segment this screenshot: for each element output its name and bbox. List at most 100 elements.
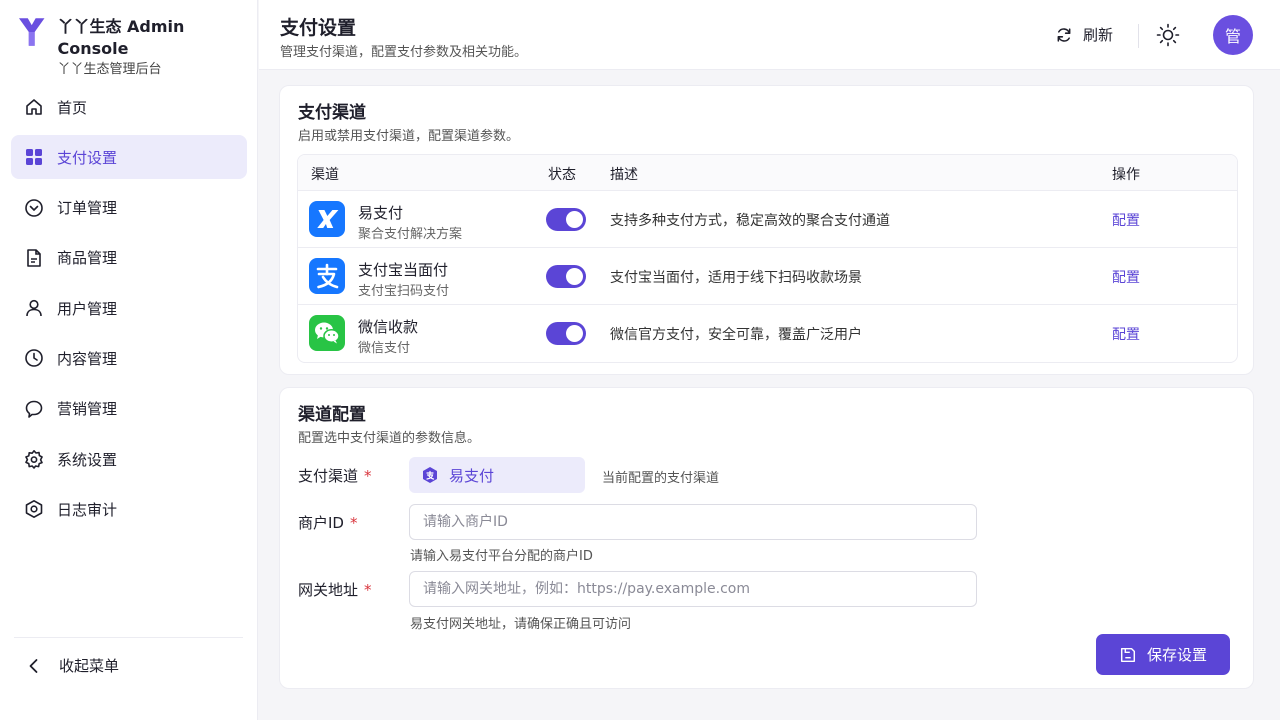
channel-subtitle: 支付宝扫码支付 <box>358 284 450 299</box>
channel-subtitle: 聚合支付解决方案 <box>358 227 463 242</box>
sidebar-nav: 首页 支付设置 订单管理 商品管理 用户管理 内容管理 营销管理 系统设置 日志… <box>11 85 247 538</box>
refresh-button[interactable]: 刷新 <box>1055 24 1113 45</box>
page-title: 支付设置 <box>280 17 357 39</box>
channel-name: 微信收款 <box>358 318 419 336</box>
sidebar-item-marketing[interactable]: 营销管理 <box>11 387 247 431</box>
home-icon <box>24 97 44 117</box>
page-header: 支付设置 管理支付渠道，配置支付参数及相关功能。 刷新 管 <box>259 0 1280 70</box>
configure-link[interactable]: 配置 <box>1112 324 1140 344</box>
channel-name: 支付宝当面付 <box>358 261 449 279</box>
sidebar-item-label: 内容管理 <box>57 349 118 368</box>
refresh-label: 刷新 <box>1083 26 1114 44</box>
header-divider <box>1138 24 1139 48</box>
selected-channel-chip[interactable]: 易支付 <box>409 457 585 493</box>
save-settings-button[interactable]: 保存设置 <box>1096 634 1230 675</box>
table-header: 渠道 状态 描述 操作 <box>298 155 1237 191</box>
alipay-logo-icon <box>309 258 345 294</box>
page-subtitle: 管理支付渠道，配置支付参数及相关功能。 <box>280 45 528 60</box>
payment-channels-card: 支付渠道 启用或禁用支付渠道，配置渠道参数。 渠道 状态 描述 操作 易支付 聚… <box>279 85 1254 375</box>
wechat-logo-icon <box>309 315 345 351</box>
sidebar-item-label: 商品管理 <box>57 249 118 268</box>
merchant-id-help: 请输入易支付平台分配的商户ID <box>410 549 593 564</box>
column-header-action: 操作 <box>1112 167 1140 183</box>
brand-subtitle: 丫丫生态管理后台 <box>57 62 162 77</box>
collapse-menu-button[interactable]: 收起菜单 <box>24 655 119 676</box>
clock-icon <box>24 348 44 368</box>
check-circle-icon <box>24 198 44 218</box>
sidebar-item-payment-settings[interactable]: 支付设置 <box>11 135 247 180</box>
gateway-url-input[interactable] <box>409 571 977 607</box>
sidebar-item-users[interactable]: 用户管理 <box>11 286 247 330</box>
column-header-channel: 渠道 <box>311 167 339 183</box>
document-icon <box>24 248 44 268</box>
sidebar-item-system-settings[interactable]: 系统设置 <box>11 437 247 481</box>
refresh-icon <box>1057 27 1071 42</box>
channels-card-title: 支付渠道 <box>298 103 366 123</box>
channel-subtitle: 微信支付 <box>358 341 411 356</box>
sidebar-item-label: 首页 <box>57 98 88 117</box>
merchant-id-label: 商户ID * <box>298 512 357 533</box>
channels-table: 渠道 状态 描述 操作 易支付 聚合支付解决方案 支持多种支付方式，稳定高效的聚… <box>297 154 1238 363</box>
sidebar-item-label: 系统设置 <box>57 450 118 469</box>
merchant-id-input[interactable] <box>409 504 977 540</box>
config-card-title: 渠道配置 <box>298 405 366 425</box>
avatar[interactable]: 管 <box>1213 15 1253 55</box>
channels-card-subtitle: 启用或禁用支付渠道，配置渠道参数。 <box>298 129 520 144</box>
required-mark: * <box>364 467 372 485</box>
channel-config-card: 渠道配置 配置选中支付渠道的参数信息。 支付渠道 * 易支付 当前配置的支付渠道 … <box>279 387 1254 689</box>
channel-enable-toggle[interactable] <box>546 265 586 288</box>
sidebar-item-audit-log[interactable]: 日志审计 <box>11 487 247 531</box>
sidebar-item-label: 日志审计 <box>57 500 118 519</box>
channel-enable-toggle[interactable] <box>546 322 586 345</box>
channel-name: 易支付 <box>358 204 404 222</box>
required-mark: * <box>349 514 358 532</box>
gateway-url-label: 网关地址 * <box>298 579 372 600</box>
gateway-label-text: 网关地址 <box>298 581 359 599</box>
table-row: 支付宝当面付 支付宝扫码支付 支付宝当面付，适用于线下扫码收款场景 配置 <box>298 248 1237 305</box>
chat-bubble-icon <box>24 399 44 419</box>
sidebar-item-label: 订单管理 <box>57 199 118 218</box>
sidebar-item-label: 营销管理 <box>57 400 118 419</box>
gateway-url-help: 易支付网关地址，请确保正确且可访问 <box>410 617 632 632</box>
save-icon <box>1120 647 1136 662</box>
theme-toggle-button[interactable] <box>1156 23 1180 47</box>
save-settings-label: 保存设置 <box>1146 647 1207 664</box>
sidebar-divider <box>14 637 243 638</box>
gear-icon <box>24 449 44 469</box>
collapse-menu-label: 收起菜单 <box>59 657 120 675</box>
channel-description: 支付宝当面付，适用于线下扫码收款场景 <box>610 270 862 286</box>
sidebar-item-content[interactable]: 内容管理 <box>11 336 247 380</box>
chevron-left-icon <box>24 656 44 676</box>
table-row: 微信收款 微信支付 微信官方支付，安全可靠，覆盖广泛用户 配置 <box>298 305 1237 362</box>
channel-description: 微信官方支付，安全可靠，覆盖广泛用户 <box>610 327 862 343</box>
sidebar-item-label: 用户管理 <box>57 299 118 318</box>
brand: 丫丫生态 Admin Console 丫丫生态管理后台 <box>18 16 257 80</box>
config-card-subtitle: 配置选中支付渠道的参数信息。 <box>298 431 481 446</box>
epay-logo-icon <box>309 201 345 237</box>
configure-link[interactable]: 配置 <box>1112 267 1140 287</box>
brand-logo-icon <box>18 18 45 46</box>
configure-link[interactable]: 配置 <box>1112 210 1140 230</box>
selected-channel-value: 易支付 <box>449 466 495 485</box>
channel-field-label: 支付渠道 * <box>298 465 372 486</box>
column-header-description: 描述 <box>610 167 638 183</box>
epay-badge-icon <box>423 467 437 483</box>
shield-icon <box>24 499 44 519</box>
required-mark: * <box>364 581 372 599</box>
channel-description: 支持多种支付方式，稳定高效的聚合支付通道 <box>610 213 890 229</box>
grid-icon <box>24 147 44 167</box>
sidebar-item-label: 支付设置 <box>57 148 118 167</box>
sidebar-item-orders[interactable]: 订单管理 <box>11 186 247 230</box>
merchant-label-text: 商户ID <box>298 514 344 532</box>
channel-enable-toggle[interactable] <box>546 208 586 231</box>
channel-note: 当前配置的支付渠道 <box>602 471 720 486</box>
column-header-status: 状态 <box>548 167 576 183</box>
channel-label-text: 支付渠道 <box>298 467 359 485</box>
table-row: 易支付 聚合支付解决方案 支持多种支付方式，稳定高效的聚合支付通道 配置 <box>298 191 1237 248</box>
brand-title: 丫丫生态 Admin Console <box>57 17 185 58</box>
sidebar-item-products[interactable]: 商品管理 <box>11 236 247 280</box>
sun-icon <box>1156 23 1180 47</box>
sidebar-item-home[interactable]: 首页 <box>11 85 247 129</box>
sidebar: 丫丫生态 Admin Console 丫丫生态管理后台 首页 支付设置 订单管理 <box>0 0 258 720</box>
user-icon <box>24 298 44 318</box>
